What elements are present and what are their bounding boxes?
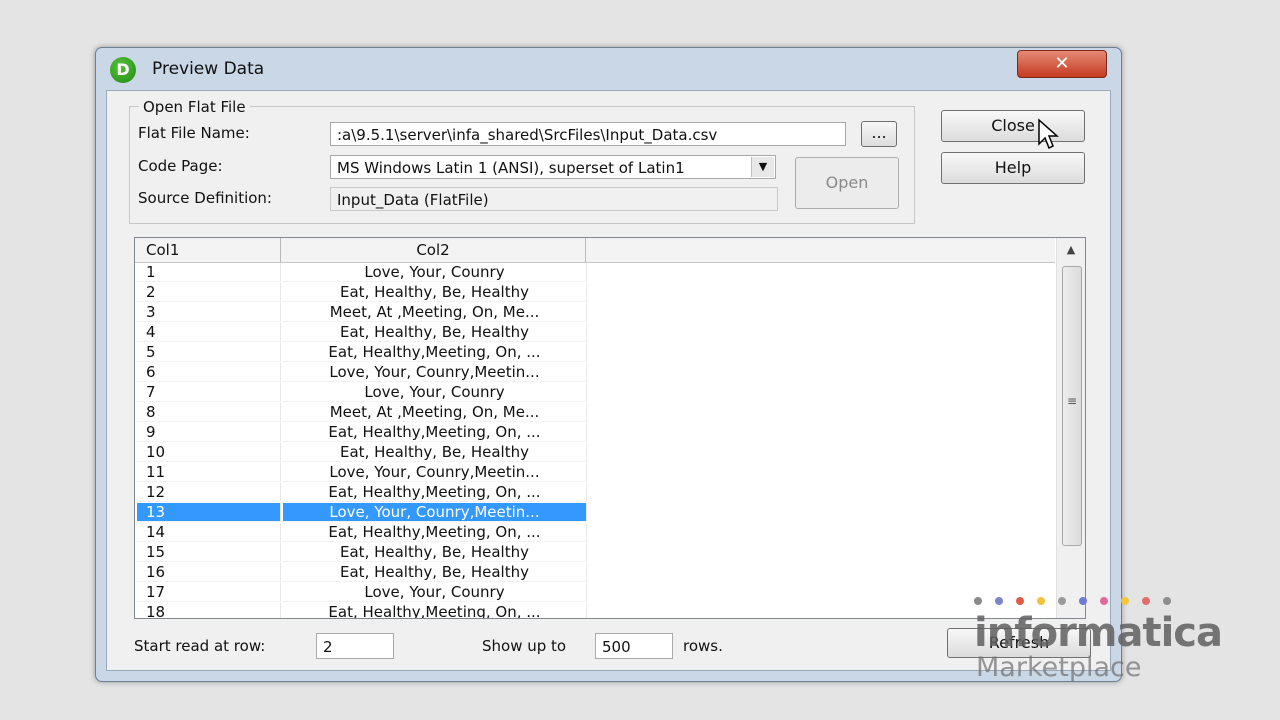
title-bar: D Preview Data ✕ bbox=[96, 48, 1121, 90]
cell-col2[interactable]: Meet, At ,Meeting, On, Me... bbox=[283, 303, 587, 322]
flat-file-name-field[interactable]: :a\9.5.1\server\infa_shared\SrcFiles\Inp… bbox=[330, 122, 846, 146]
cell-col1[interactable]: 12 bbox=[137, 483, 281, 502]
preview-grid[interactable]: Col1 Col2 1 Love, Your, Counry 2 Eat, Healt… bbox=[134, 237, 1086, 619]
show-up-to-label: Show up to bbox=[482, 637, 567, 655]
column-header-col2[interactable]: Col2 bbox=[281, 238, 586, 262]
open-button[interactable]: Open bbox=[795, 157, 899, 209]
cell-col2[interactable]: Eat, Healthy,Meeting, On, ... bbox=[283, 603, 587, 618]
cell-col1[interactable]: 3 bbox=[137, 303, 281, 322]
close-button[interactable]: Close bbox=[941, 110, 1085, 142]
start-read-input[interactable]: 2 bbox=[316, 633, 394, 659]
window-title: Preview Data bbox=[152, 59, 265, 79]
table-row[interactable]: 5 Eat, Healthy,Meeting, On, ... bbox=[135, 343, 1055, 363]
source-definition-label: Source Definition: bbox=[138, 189, 272, 207]
code-page-value: MS Windows Latin 1 (ANSI), superset of L… bbox=[337, 159, 685, 177]
table-row[interactable]: 1 Love, Your, Counry bbox=[135, 263, 1055, 283]
preview-data-dialog: D Preview Data ✕ Open Flat File Flat Fil… bbox=[95, 47, 1122, 682]
open-flat-file-group: Open Flat File Flat File Name: :a\9.5.1\… bbox=[129, 98, 915, 224]
code-page-select[interactable]: MS Windows Latin 1 (ANSI), superset of L… bbox=[330, 155, 776, 179]
cell-col2[interactable]: Eat, Healthy, Be, Healthy bbox=[283, 283, 587, 302]
show-up-to-input[interactable]: 500 bbox=[595, 633, 673, 659]
watermark-dot bbox=[1121, 597, 1129, 605]
table-row[interactable]: 15 Eat, Healthy, Be, Healthy bbox=[135, 543, 1055, 563]
cell-col2[interactable]: Eat, Healthy,Meeting, On, ... bbox=[283, 423, 587, 442]
chevron-down-icon[interactable]: ▼ bbox=[751, 157, 774, 177]
cell-col1[interactable]: 13 bbox=[137, 503, 281, 522]
cell-col2[interactable]: Love, Your, Counry bbox=[283, 383, 587, 402]
group-legend: Open Flat File bbox=[139, 98, 250, 116]
cell-col2[interactable]: Eat, Healthy,Meeting, On, ... bbox=[283, 343, 587, 362]
scroll-thumb[interactable]: ≡ bbox=[1062, 266, 1082, 546]
table-row[interactable]: 4 Eat, Healthy, Be, Healthy bbox=[135, 323, 1055, 343]
cell-col1[interactable]: 7 bbox=[137, 383, 281, 402]
cell-col2[interactable]: Love, Your, Counry,Meetin... bbox=[283, 503, 587, 522]
cell-col2[interactable]: Eat, Healthy, Be, Healthy bbox=[283, 543, 587, 562]
mouse-pointer-icon bbox=[1038, 118, 1059, 150]
cell-col1[interactable]: 16 bbox=[137, 563, 281, 582]
dialog-client-area: Open Flat File Flat File Name: :a\9.5.1\… bbox=[106, 90, 1111, 671]
table-row[interactable]: 12 Eat, Healthy,Meeting, On, ... bbox=[135, 483, 1055, 503]
refresh-button[interactable]: Refresh bbox=[947, 628, 1091, 658]
browse-button[interactable]: ... bbox=[861, 121, 897, 147]
cell-col2[interactable]: Love, Your, Counry bbox=[283, 583, 587, 602]
cell-col2[interactable]: Love, Your, Counry,Meetin... bbox=[283, 463, 587, 482]
cell-col1[interactable]: 6 bbox=[137, 363, 281, 382]
cell-col1[interactable]: 17 bbox=[137, 583, 281, 602]
cell-col1[interactable]: 9 bbox=[137, 423, 281, 442]
cell-col1[interactable]: 4 bbox=[137, 323, 281, 342]
grip-icon: ≡ bbox=[1066, 394, 1078, 408]
table-row[interactable]: 18 Eat, Healthy,Meeting, On, ... bbox=[135, 603, 1055, 618]
cell-col1[interactable]: 14 bbox=[137, 523, 281, 542]
rows-label: rows. bbox=[683, 637, 723, 655]
table-row[interactable]: 2 Eat, Healthy, Be, Healthy bbox=[135, 283, 1055, 303]
table-row[interactable]: 6 Love, Your, Counry,Meetin... bbox=[135, 363, 1055, 383]
column-header-col1[interactable]: Col1 bbox=[135, 238, 281, 262]
watermark-dot bbox=[1142, 597, 1150, 605]
table-row[interactable]: 17 Love, Your, Counry bbox=[135, 583, 1055, 603]
cell-col2[interactable]: Eat, Healthy, Be, Healthy bbox=[283, 443, 587, 462]
grid-rows: 1 Love, Your, Counry 2 Eat, Healthy, Be, He… bbox=[135, 263, 1055, 618]
cell-col2[interactable]: Love, Your, Counry bbox=[283, 263, 587, 282]
cell-col2[interactable]: Eat, Healthy, Be, Healthy bbox=[283, 323, 587, 342]
cell-col2[interactable]: Eat, Healthy, Be, Healthy bbox=[283, 563, 587, 582]
grid-header: Col1 Col2 bbox=[135, 238, 1055, 263]
vertical-scrollbar[interactable]: ▲ ≡ bbox=[1056, 238, 1085, 618]
window-close-button[interactable]: ✕ bbox=[1017, 50, 1107, 78]
cell-col2[interactable]: Meet, At ,Meeting, On, Me... bbox=[283, 403, 587, 422]
watermark-dot bbox=[1163, 597, 1171, 605]
table-row[interactable]: 14 Eat, Healthy,Meeting, On, ... bbox=[135, 523, 1055, 543]
table-row[interactable]: 11 Love, Your, Counry,Meetin... bbox=[135, 463, 1055, 483]
cell-col2[interactable]: Eat, Healthy,Meeting, On, ... bbox=[283, 523, 587, 542]
cell-col1[interactable]: 15 bbox=[137, 543, 281, 562]
cell-col1[interactable]: 11 bbox=[137, 463, 281, 482]
cell-col1[interactable]: 5 bbox=[137, 343, 281, 362]
cell-col1[interactable]: 18 bbox=[137, 603, 281, 618]
cell-col1[interactable]: 8 bbox=[137, 403, 281, 422]
table-row[interactable]: 3 Meet, At ,Meeting, On, Me... bbox=[135, 303, 1055, 323]
code-page-label: Code Page: bbox=[138, 157, 223, 175]
cell-col1[interactable]: 2 bbox=[137, 283, 281, 302]
arrow-up-icon[interactable]: ▲ bbox=[1057, 240, 1085, 260]
source-definition-field: Input_Data (FlatFile) bbox=[330, 187, 778, 211]
cell-col2[interactable]: Eat, Healthy,Meeting, On, ... bbox=[283, 483, 587, 502]
help-button[interactable]: Help bbox=[941, 152, 1085, 184]
table-row[interactable]: 16 Eat, Healthy, Be, Healthy bbox=[135, 563, 1055, 583]
cell-col1[interactable]: 10 bbox=[137, 443, 281, 462]
start-read-label: Start read at row: bbox=[134, 637, 266, 655]
cell-col1[interactable]: 1 bbox=[137, 263, 281, 282]
cell-col2[interactable]: Love, Your, Counry,Meetin... bbox=[283, 363, 587, 382]
table-row[interactable]: 13 Love, Your, Counry,Meetin... bbox=[135, 503, 1055, 523]
table-row[interactable]: 9 Eat, Healthy,Meeting, On, ... bbox=[135, 423, 1055, 443]
flat-file-name-label: Flat File Name: bbox=[138, 124, 250, 142]
table-row[interactable]: 8 Meet, At ,Meeting, On, Me... bbox=[135, 403, 1055, 423]
app-icon: D bbox=[110, 57, 136, 83]
table-row[interactable]: 7 Love, Your, Counry bbox=[135, 383, 1055, 403]
table-row[interactable]: 10 Eat, Healthy, Be, Healthy bbox=[135, 443, 1055, 463]
